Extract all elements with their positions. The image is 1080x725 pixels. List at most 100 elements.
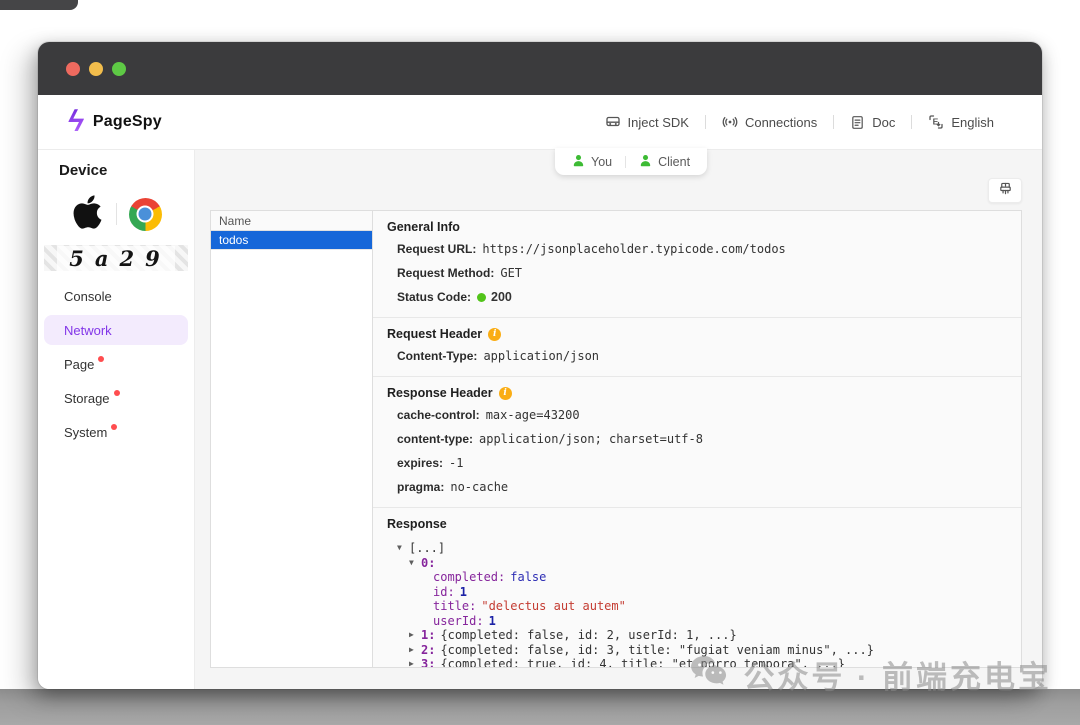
- json-tree: ▼ [...] ▼ 0: completed: false id: 1 titl…: [387, 541, 1007, 667]
- detail-row: content-type: application/json; charset=…: [397, 430, 1007, 448]
- json-root-row[interactable]: ▼ [...]: [387, 541, 1007, 556]
- json-key: completed:: [433, 570, 506, 584]
- clear-button[interactable]: [988, 178, 1022, 203]
- sidebar-item-label: System: [64, 424, 108, 440]
- json-collapsed-row[interactable]: ▶ 1: {completed: false, id: 2, userId: 1…: [387, 628, 1007, 643]
- section-response: Response ▼ [...] ▼ 0: completed: false i…: [373, 507, 1021, 667]
- pagespy-logo-icon: ϟ: [65, 105, 87, 138]
- status-code: 200: [491, 290, 512, 304]
- device-sidebar: Device 5a29 Console Network Page Storage…: [38, 150, 195, 689]
- section-response-header: Response Header i cache-control: max-age…: [373, 376, 1021, 507]
- detail-row: expires: -1: [397, 454, 1007, 472]
- json-index: 0:: [421, 555, 436, 570]
- json-key: title:: [433, 599, 477, 613]
- detail-row: pragma: no-cache: [397, 478, 1007, 496]
- request-table-header: Name: [211, 211, 372, 231]
- section-title-text: Response Header: [387, 386, 493, 400]
- detail-row: Status Code: 200: [397, 288, 1007, 306]
- app-header: ϟ PageSpy Inject SDK Connections Doc E E…: [38, 95, 1042, 150]
- detail-label: expires:: [397, 456, 444, 470]
- collapsed-arrow-icon[interactable]: ▶: [409, 657, 421, 667]
- translate-icon: E: [928, 114, 944, 130]
- minimize-window-button[interactable]: [89, 61, 103, 76]
- detail-label: content-type:: [397, 432, 473, 446]
- section-title: General Info: [387, 220, 1007, 234]
- json-item-row[interactable]: ▼ 0:: [387, 556, 1007, 571]
- sidebar-item-network[interactable]: Network: [44, 315, 188, 345]
- detail-row: Request URL: https://jsonplaceholder.typ…: [397, 240, 1007, 258]
- section-title: Response Header i: [387, 386, 1007, 400]
- app-window: ϟ PageSpy Inject SDK Connections Doc E E…: [38, 42, 1042, 689]
- sidebar-item-label: Storage: [64, 390, 110, 406]
- info-icon[interactable]: i: [488, 327, 502, 341]
- background-window-fragment: [0, 0, 78, 10]
- nav-label: Doc: [872, 114, 896, 130]
- close-window-button[interactable]: [66, 61, 80, 76]
- request-detail: General Info Request URL: https://jsonpl…: [373, 211, 1021, 667]
- sidebar-item-label: Network: [64, 322, 112, 338]
- detail-label: Request Method:: [397, 266, 495, 280]
- sidebar-menu: Console Network Page Storage System: [38, 281, 194, 447]
- request-table: Name todos: [211, 211, 373, 667]
- notification-dot: [98, 356, 105, 362]
- watermark: 公众号 · 前端充电宝: [689, 652, 1052, 697]
- sidebar-item-console[interactable]: Console: [44, 281, 188, 311]
- notification-dot: [111, 424, 118, 430]
- detail-value: GET: [500, 266, 523, 280]
- column-name: Name: [219, 213, 252, 228]
- detail-row: Request Method: GET: [397, 264, 1007, 282]
- user-icon: [639, 154, 652, 170]
- json-value: "delectus aut autem": [481, 599, 626, 613]
- json-prop-row: id: 1: [387, 585, 1007, 600]
- window-titlebar: [38, 42, 1042, 95]
- user-icon: [572, 154, 585, 170]
- collapsed-arrow-icon[interactable]: ▶: [409, 628, 421, 643]
- detail-label: Request URL:: [397, 242, 477, 256]
- sidebar-item-page[interactable]: Page: [44, 349, 188, 379]
- device-code: 5a29: [57, 245, 175, 271]
- brand[interactable]: ϟ PageSpy: [65, 105, 162, 138]
- connection-tabs: You Client: [555, 148, 708, 175]
- status-ok-icon: [477, 292, 487, 302]
- nav-inject-sdk[interactable]: Inject SDK: [589, 114, 705, 130]
- wechat-icon: [689, 655, 731, 694]
- detail-label: pragma:: [397, 480, 445, 494]
- json-prop-row: userId: 1: [387, 614, 1007, 629]
- maximize-window-button[interactable]: [112, 61, 126, 76]
- inject-sdk-icon: [605, 114, 621, 130]
- detail-value: max-age=43200: [485, 408, 580, 422]
- tab-client[interactable]: Client: [626, 154, 703, 170]
- request-row-todos[interactable]: todos: [211, 231, 372, 250]
- brush-icon: [998, 181, 1013, 201]
- json-value: 1: [488, 613, 496, 628]
- sidebar-item-system[interactable]: System: [44, 417, 188, 447]
- expanded-arrow-icon[interactable]: ▼: [397, 541, 409, 556]
- detail-value: application/json; charset=utf-8: [479, 432, 703, 446]
- section-title: Response: [387, 517, 1007, 531]
- detail-value: no-cache: [450, 480, 509, 494]
- device-info: [38, 192, 194, 236]
- device-divider: [115, 203, 117, 225]
- nav-doc[interactable]: Doc: [834, 115, 911, 130]
- json-index: 3:: [421, 657, 436, 667]
- nav-connections[interactable]: Connections: [706, 114, 833, 130]
- sidebar-item-storage[interactable]: Storage: [44, 383, 188, 413]
- main-content: You Client Name todos General Info Reque…: [195, 148, 1042, 689]
- detail-value: -1: [449, 456, 464, 470]
- info-icon[interactable]: i: [498, 386, 512, 400]
- detail-label: Status Code:: [397, 290, 472, 304]
- collapsed-arrow-icon[interactable]: ▶: [409, 643, 421, 658]
- tab-you[interactable]: You: [559, 154, 625, 170]
- json-key: userId:: [433, 613, 484, 628]
- header-nav: Inject SDK Connections Doc E English: [589, 114, 1010, 130]
- json-prop-row: completed: false: [387, 570, 1007, 585]
- nav-language[interactable]: E English: [912, 114, 1010, 130]
- watermark-text: 公众号 · 前端充电宝: [743, 660, 1052, 695]
- device-code-badge: 5a29: [44, 245, 188, 271]
- section-title-text: General Info: [387, 220, 460, 234]
- json-value: 1: [459, 584, 467, 599]
- nav-label: Connections: [744, 114, 818, 130]
- expanded-arrow-icon[interactable]: ▼: [409, 556, 421, 571]
- detail-value: application/json: [483, 349, 600, 363]
- json-value: false: [510, 570, 547, 584]
